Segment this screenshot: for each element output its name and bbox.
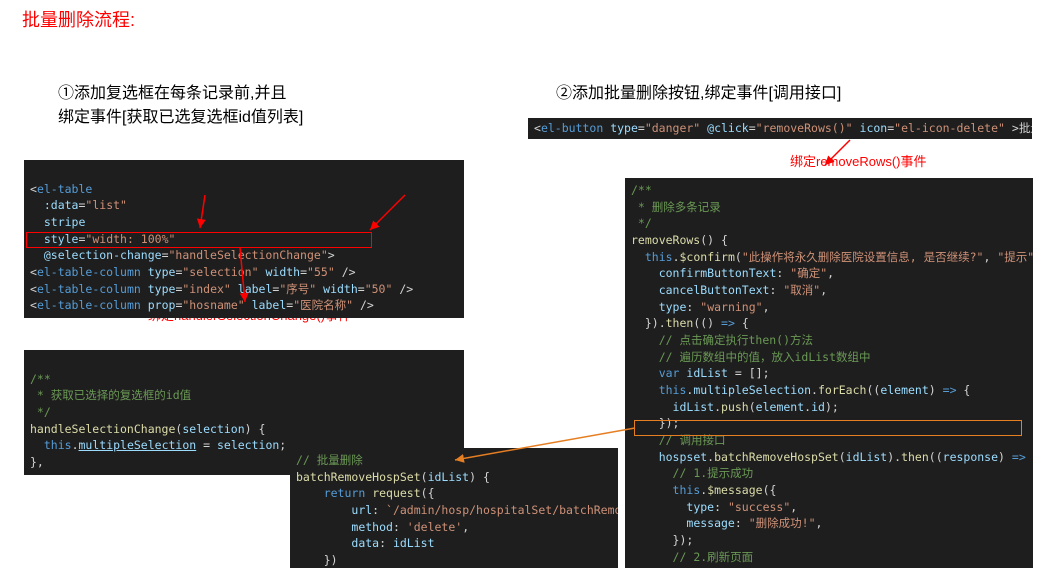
annotation-bind-remove: 绑定removeRows()事件: [790, 151, 927, 170]
step-2-text: ②添加批量删除按钮,绑定事件[调用接口]: [556, 82, 841, 106]
code-remove-rows: /** * 删除多条记录 */ removeRows() { this.$con…: [625, 178, 1033, 568]
code-el-button: <el-button type="danger" @click="removeR…: [528, 118, 1032, 139]
step-1-line-1: ①添加复选框在每条记录前,并且: [58, 85, 286, 102]
code-batch-remove: // 批量删除 batchRemoveHospSet(idList) { ret…: [290, 448, 618, 568]
highlight-box-el-table-column: [26, 232, 372, 248]
page-title: 批量删除流程:: [22, 6, 135, 32]
highlight-box-hospset-call: [634, 420, 1022, 436]
step-1-line-2: 绑定事件[获取已选复选框id值列表]: [58, 109, 303, 126]
step-1-text: ①添加复选框在每条记录前,并且 绑定事件[获取已选复选框id值列表]: [58, 82, 303, 130]
